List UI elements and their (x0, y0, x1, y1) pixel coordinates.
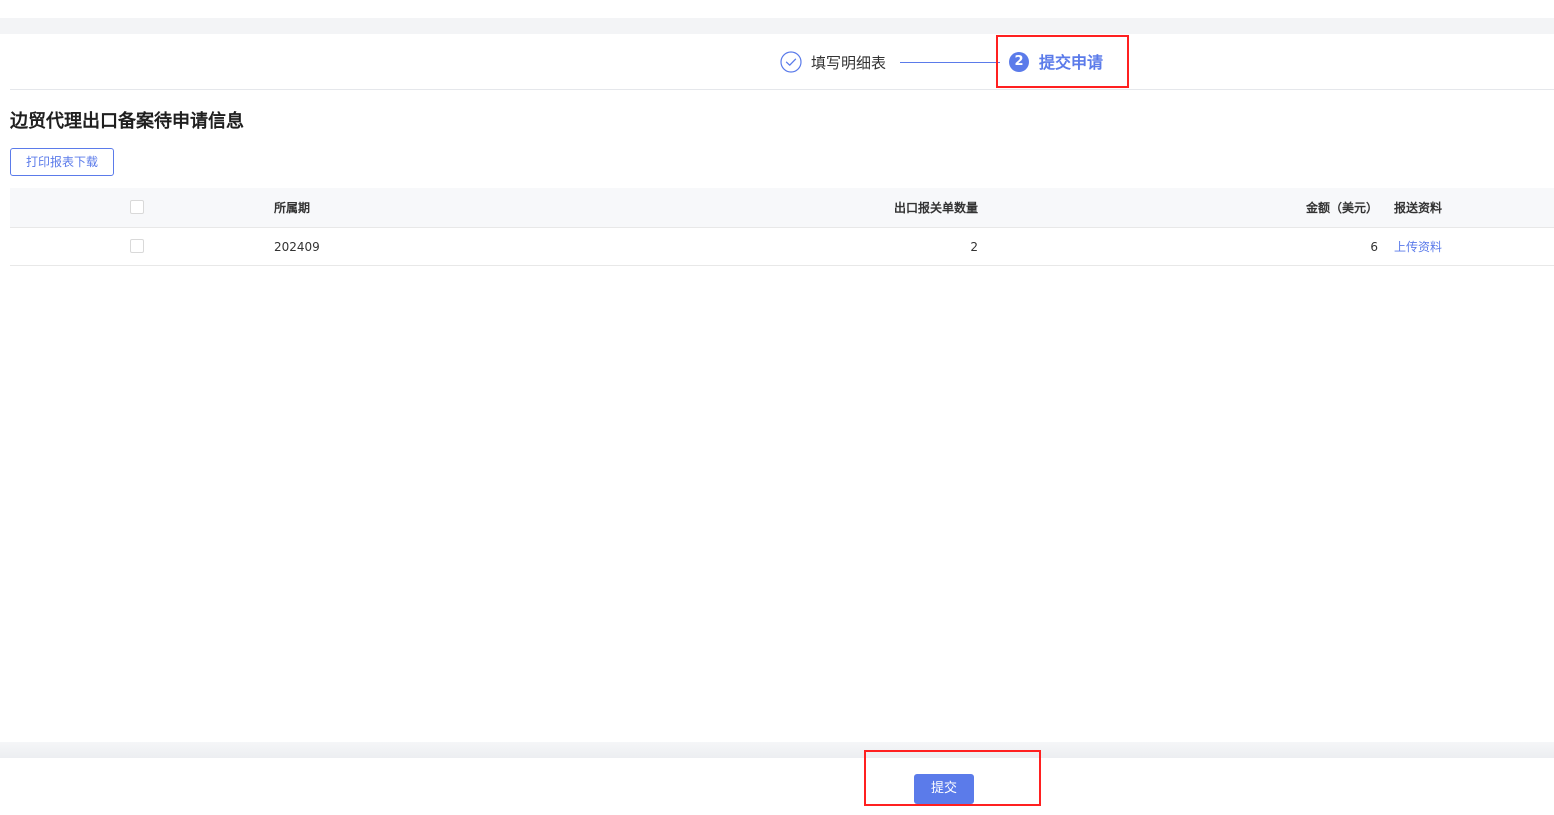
upload-docs-link[interactable]: 上传资料 (1394, 228, 1442, 266)
table-header: 所属期 出口报关单数量 金额（美元） 报送资料 (10, 188, 1554, 228)
row-checkbox[interactable] (130, 239, 144, 253)
cell-amount: 6 (1370, 240, 1378, 254)
step-fill-details-label[interactable]: 填写明细表 (811, 53, 886, 73)
steps-bar (0, 34, 1554, 90)
steps-divider (10, 89, 1554, 90)
cell-period: 202409 (274, 240, 320, 254)
column-header-period: 所属期 (274, 201, 311, 215)
print-report-download-button[interactable]: 打印报表下载 (10, 148, 114, 176)
step-connector (900, 62, 1000, 63)
cell-count: 2 (970, 240, 978, 254)
page-title: 边贸代理出口备案待申请信息 (10, 111, 244, 132)
column-header-docs: 报送资料 (1394, 201, 1443, 215)
column-header-amount: 金额（美元） (1305, 201, 1378, 215)
step-number-badge: 2 (1009, 52, 1029, 72)
footer-band (0, 742, 1554, 758)
top-band (0, 18, 1554, 34)
submit-button[interactable]: 提交 (914, 774, 974, 804)
column-header-count: 出口报关单数量 (893, 201, 978, 215)
check-circle-icon (780, 51, 802, 73)
step-submit-application-label[interactable]: 提交申请 (1039, 52, 1103, 74)
footer-bar (0, 758, 1554, 815)
table-row: 202409 2 6 上传资料 (10, 228, 1554, 266)
select-all-checkbox[interactable] (130, 200, 144, 214)
